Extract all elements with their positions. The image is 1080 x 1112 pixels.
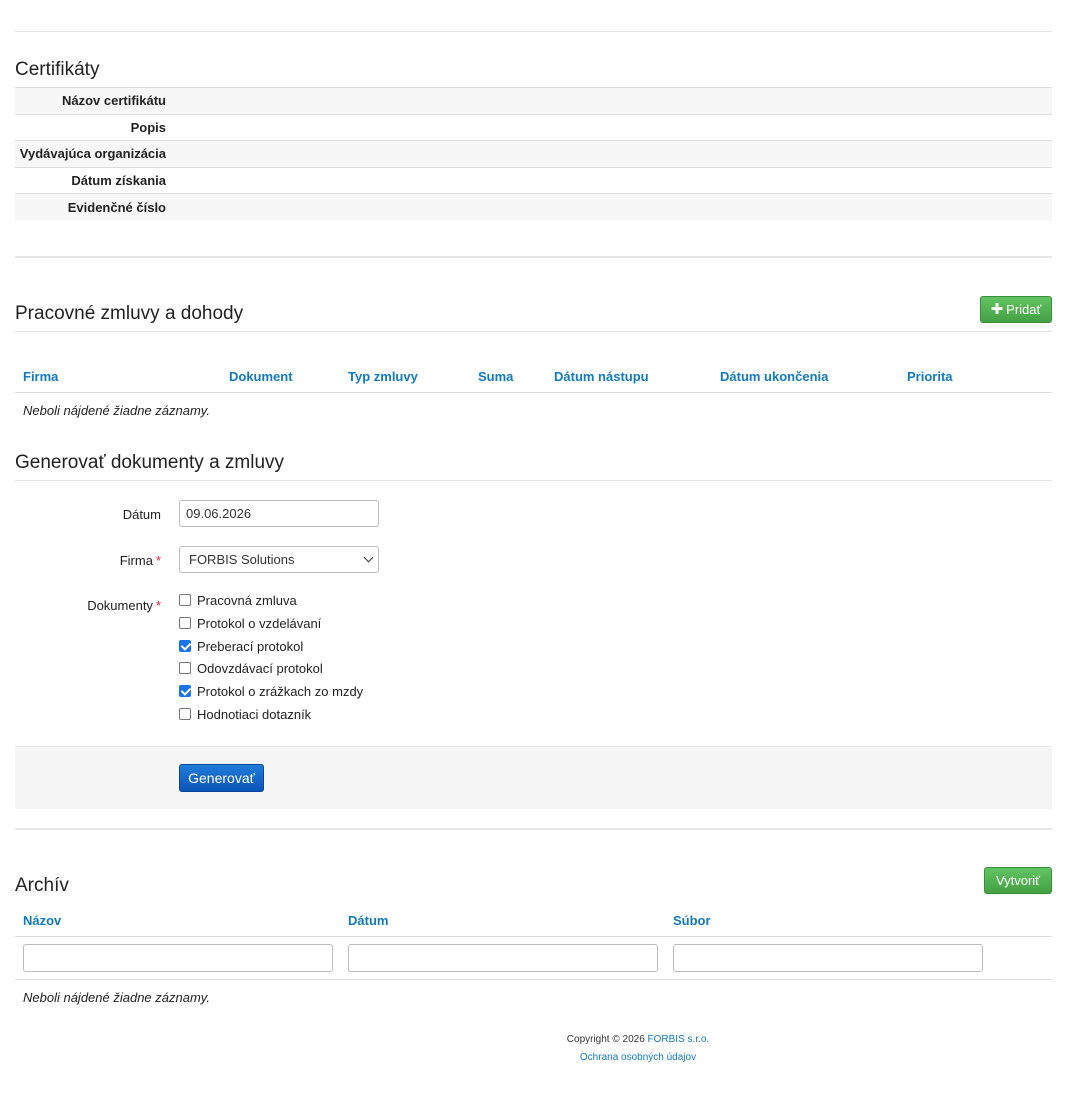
required-mark: *	[155, 598, 161, 613]
company-label-text: Firma	[119, 553, 153, 568]
checkbox[interactable]	[179, 594, 191, 606]
document-option-label: Hodnotiaci dotazník	[197, 706, 312, 722]
document-option[interactable]: Preberací protokol	[179, 638, 303, 654]
column-header-typ-zmluvy[interactable]: Typ zmluvy	[348, 369, 418, 384]
copyright-text: Copyright © 2026	[566, 1034, 645, 1045]
checkbox[interactable]	[179, 662, 191, 674]
certificates-table: Názov certifikátu Popis Vydávajúca organ…	[15, 87, 1052, 221]
date-input[interactable]: 09.06.2026	[179, 500, 379, 527]
certificate-field-label: Dátum získania	[71, 172, 166, 188]
company-label: Firma *	[15, 553, 161, 568]
certificate-row: Popis	[15, 115, 1052, 141]
column-header-priorita[interactable]: Priorita	[907, 369, 953, 384]
section-divider	[15, 256, 1052, 258]
add-contract-button[interactable]: ✚ Pridať	[980, 296, 1052, 323]
plus-icon: ✚	[990, 301, 1004, 318]
company-select-value: FORBIS Solutions	[189, 552, 295, 567]
column-header-suma[interactable]: Suma	[478, 369, 513, 384]
contracts-title: Pracovné zmluvy a dohody	[15, 303, 244, 324]
column-header-subor[interactable]: Súbor	[673, 913, 711, 928]
footer-copyright: Copyright © 2026 FORBIS s.r.o.	[0, 1034, 1080, 1045]
required-mark: *	[155, 553, 161, 568]
document-option[interactable]: Protokol o zrážkach zo mzdy	[179, 683, 363, 699]
checkbox-checked[interactable]	[179, 685, 191, 697]
generate-title: Generovať dokumenty a zmluvy	[15, 452, 285, 473]
column-header-datum-nastupu[interactable]: Dátum nástupu	[554, 369, 649, 384]
form-actions	[15, 746, 1052, 809]
certificates-title: Certifikáty	[15, 59, 100, 80]
section-divider	[15, 828, 1052, 830]
generate-button[interactable]: Generovať	[179, 764, 264, 792]
company-select[interactable]: FORBIS Solutions	[179, 546, 379, 573]
certificate-field-label: Vydávajúca organizácia	[19, 146, 166, 162]
certificate-row: Evidenčné číslo	[15, 194, 1052, 221]
column-header-nazov[interactable]: Názov	[23, 913, 61, 928]
certificate-row: Vydávajúca organizácia	[15, 141, 1052, 168]
contracts-empty-message: Neboli nájdené žiadne záznamy.	[23, 403, 210, 418]
documents-label: Dokumenty *	[15, 598, 161, 613]
document-option[interactable]: Protokol o vzdelávaní	[179, 615, 321, 631]
archive-filter-divider	[15, 979, 1052, 980]
date-value: 09.06.2026	[186, 506, 252, 521]
column-header-datum[interactable]: Dátum	[348, 913, 388, 928]
company-link[interactable]: FORBIS s.r.o.	[648, 1034, 710, 1045]
column-header-dokument[interactable]: Dokument	[229, 369, 293, 384]
checkbox[interactable]	[179, 708, 191, 720]
certificate-field-label: Popis	[130, 119, 166, 135]
documents-label-text: Dokumenty	[87, 598, 153, 613]
certificate-row: Dátum získania	[15, 168, 1052, 194]
document-option-label: Odovzdávací protokol	[197, 660, 323, 676]
document-option[interactable]: Hodnotiaci dotazník	[179, 706, 311, 722]
contracts-header-divider	[15, 392, 1052, 393]
chevron-down-icon	[363, 552, 374, 563]
privacy-link[interactable]: Ochrana osobných údajov	[580, 1052, 696, 1063]
contracts-title-underline	[15, 331, 1052, 332]
archive-empty-message: Neboli nájdené žiadne záznamy.	[23, 990, 210, 1005]
column-header-datum-ukoncenia[interactable]: Dátum ukončenia	[720, 369, 828, 384]
certificate-row: Názov certifikátu	[15, 88, 1052, 115]
archive-title: Archív	[15, 875, 69, 896]
document-option-label: Protokol o vzdelávaní	[197, 615, 322, 631]
date-label: Dátum	[122, 507, 161, 522]
document-option-label: Preberací protokol	[197, 638, 304, 654]
archive-header-divider	[15, 936, 1052, 937]
top-divider	[15, 31, 1052, 32]
certificate-field-label: Názov certifikátu	[61, 93, 166, 109]
checkbox-checked[interactable]	[179, 640, 191, 652]
create-archive-button[interactable]: Vytvoriť	[984, 867, 1052, 894]
filter-datum-input[interactable]	[348, 944, 658, 972]
add-contract-label: Pridať	[1006, 302, 1042, 317]
footer-privacy: Ochrana osobných údajov	[0, 1052, 1080, 1063]
checkbox[interactable]	[179, 617, 191, 629]
document-option[interactable]: Pracovná zmluva	[179, 592, 297, 608]
document-option[interactable]: Odovzdávací protokol	[179, 660, 323, 676]
document-option-label: Protokol o zrážkach zo mzdy	[197, 683, 364, 699]
filter-nazov-input[interactable]	[23, 944, 333, 972]
document-option-label: Pracovná zmluva	[197, 592, 297, 608]
column-header-firma[interactable]: Firma	[23, 369, 58, 384]
generate-title-underline	[15, 480, 1052, 481]
filter-subor-input[interactable]	[673, 944, 983, 972]
certificate-field-label: Evidenčné číslo	[67, 199, 166, 215]
